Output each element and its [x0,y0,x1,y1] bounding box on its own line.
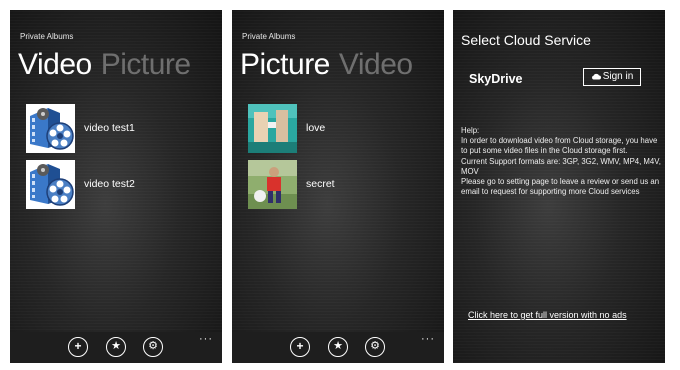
film-reel-icon [26,160,75,209]
film-reel-icon [26,104,75,153]
item-label: secret [306,178,335,190]
add-icon[interactable]: + [68,337,88,357]
pivot-header: Picture Video [240,48,413,82]
item-label: video test1 [84,122,135,134]
item-label: video test2 [84,178,135,190]
star-icon[interactable]: ★ [328,337,348,357]
photo-thumbnail [248,160,297,209]
app-bar: + ★ ⚙ ··· [232,332,444,363]
gear-icon[interactable]: ⚙ [143,337,163,357]
photo-thumbnail [248,104,297,153]
sign-in-button[interactable]: Sign in [583,68,641,86]
service-name: SkyDrive [469,72,523,86]
help-line: Current Support formats are: 3GP, 3G2, W… [461,156,661,176]
sign-in-label: Sign in [602,71,634,82]
app-bar: + ★ ⚙ ··· [10,332,222,363]
picture-screen: Private Albums Picture Video love secret… [232,10,444,363]
video-screen: Private Albums Video Picture video test1… [10,10,222,363]
photo-image [248,104,297,153]
cloud-screen: Select Cloud Service SkyDrive Sign in He… [453,10,665,363]
help-text: Help: In order to download video from Cl… [461,126,661,197]
list-item[interactable]: secret [248,160,438,210]
star-icon[interactable]: ★ [106,337,126,357]
page-title: Select Cloud Service [461,32,591,48]
more-icon[interactable]: ··· [421,334,435,345]
pivot-video[interactable]: Video [339,48,413,81]
pivot-picture[interactable]: Picture [240,48,330,81]
video-thumbnail [26,160,75,209]
list-item[interactable]: video test2 [26,160,216,210]
app-name: Private Albums [20,32,74,41]
gear-icon[interactable]: ⚙ [365,337,385,357]
pivot-video[interactable]: Video [18,48,92,81]
full-version-link[interactable]: Click here to get full version with no a… [468,310,627,320]
pivot-picture[interactable]: Picture [101,48,191,81]
video-thumbnail [26,104,75,153]
app-name: Private Albums [242,32,296,41]
help-heading: Help: [461,126,480,135]
item-label: love [306,122,326,134]
list-item[interactable]: love [248,104,438,154]
more-icon[interactable]: ··· [199,334,213,345]
list-item[interactable]: video test1 [26,104,216,154]
help-line: Please go to setting page to leave a rev… [461,177,660,197]
help-line: In order to download video from Cloud st… [461,136,658,156]
add-icon[interactable]: + [290,337,310,357]
photo-image [248,160,297,209]
cloud-icon [591,73,601,80]
pivot-header: Video Picture [18,48,191,82]
